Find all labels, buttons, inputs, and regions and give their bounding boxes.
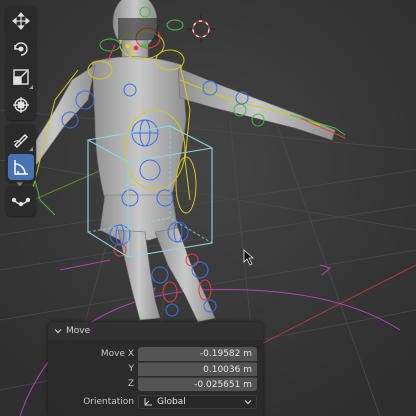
measure-icon xyxy=(14,160,28,175)
move-z-label: Z xyxy=(127,379,134,389)
annotate-tool-group xyxy=(6,124,36,182)
operator-title: Move xyxy=(66,326,91,336)
move-y-field[interactable]: 0.10036 m xyxy=(138,362,257,376)
orientation-row: Orientation Global xyxy=(48,395,263,409)
global-axes-icon xyxy=(144,398,152,406)
move-y-value: 0.10036 m xyxy=(203,364,252,375)
pencil-icon xyxy=(13,133,29,148)
curve-icon xyxy=(12,197,30,207)
chevron-down-icon xyxy=(244,400,252,405)
rotate-tool-button[interactable] xyxy=(8,36,34,62)
transform-tool-group xyxy=(6,6,36,120)
shear-tool-group xyxy=(6,186,36,216)
move-arrows-icon xyxy=(12,12,30,30)
transform-tool-button[interactable] xyxy=(8,92,34,118)
move-z-row: Z -0.025651 m xyxy=(48,377,263,391)
orientation-value: Global xyxy=(157,397,186,407)
operator-redo-panel: Move Move X -0.19582 m Y 0.10036 m Z -0.… xyxy=(48,322,263,416)
move-y-label: Y xyxy=(128,364,135,374)
shear-tool-button[interactable] xyxy=(8,188,34,214)
move-x-value: -0.19582 m xyxy=(199,349,252,359)
move-x-field[interactable]: -0.19582 m xyxy=(138,347,257,361)
rotate-icon xyxy=(14,42,28,56)
move-z-field[interactable]: -0.025651 m xyxy=(138,377,257,391)
orientation-label: Orientation xyxy=(83,397,134,407)
scale-icon xyxy=(13,69,29,85)
orientation-dropdown[interactable]: Global xyxy=(138,395,257,409)
tool-shelf xyxy=(6,6,36,216)
move-z-value: -0.025651 m xyxy=(194,379,252,390)
scale-tool-button[interactable] xyxy=(8,64,34,90)
annotate-tool-button[interactable] xyxy=(8,126,34,152)
move-tool-button[interactable] xyxy=(8,8,34,34)
move-x-label: Move X xyxy=(100,349,134,359)
move-y-row: Y 0.10036 m xyxy=(48,362,263,376)
transform-icon xyxy=(13,97,29,113)
chevron-down-icon xyxy=(54,329,62,334)
measure-tool-button[interactable] xyxy=(8,154,34,180)
move-x-row: Move X -0.19582 m xyxy=(48,347,263,361)
operator-panel-header[interactable]: Move xyxy=(48,322,263,340)
